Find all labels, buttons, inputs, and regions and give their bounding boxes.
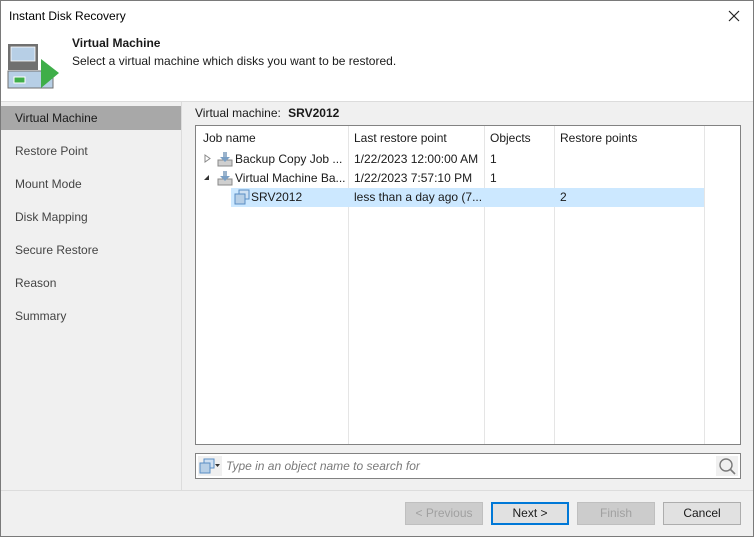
table-row[interactable]: Backup Copy Job ... 1/22/2023 12:00:00 A… — [196, 150, 704, 169]
search-input[interactable] — [226, 457, 706, 475]
backup-job-icon — [217, 151, 233, 170]
last-restore-point: 1/22/2023 12:00:00 AM — [354, 152, 479, 166]
backup-jobs-grid[interactable]: Job name Last restore point Objects Rest… — [195, 125, 741, 445]
finish-button[interactable]: Finish — [577, 502, 655, 525]
object-search-box — [195, 453, 741, 479]
sidebar-item-secure-restore[interactable]: Secure Restore — [1, 238, 181, 262]
column-separator — [704, 126, 705, 444]
search-icon[interactable] — [716, 456, 738, 476]
sidebar-item-virtual-machine[interactable]: Virtual Machine — [1, 106, 181, 130]
previous-button[interactable]: < Previous — [405, 502, 483, 525]
vm-restore-wizard-icon — [7, 44, 59, 89]
sidebar-item-disk-mapping[interactable]: Disk Mapping — [1, 205, 181, 229]
footer-divider — [1, 490, 753, 491]
title-bar: Instant Disk Recovery — [1, 1, 753, 31]
sidebar-item-mount-mode[interactable]: Mount Mode — [1, 172, 181, 196]
sidebar-item-summary[interactable]: Summary — [1, 304, 181, 328]
table-row[interactable]: Virtual Machine Ba... 1/22/2023 7:57:10 … — [196, 169, 704, 188]
vm-icon — [234, 189, 250, 208]
window-title: Instant Disk Recovery — [9, 9, 126, 23]
cancel-button[interactable]: Cancel — [663, 502, 741, 525]
selected-vm-caption: Virtual machine: — [195, 106, 281, 120]
job-name: Virtual Machine Ba... — [235, 171, 346, 185]
backup-job-icon — [217, 170, 233, 189]
column-header-last-restore-point[interactable]: Last restore point — [354, 131, 447, 145]
wizard-header: Virtual Machine Select a virtual machine… — [1, 31, 753, 102]
header-title: Virtual Machine — [72, 36, 161, 50]
collapse-arrow-icon[interactable] — [203, 173, 211, 183]
wizard-steps-sidebar: Virtual Machine Restore Point Mount Mode… — [1, 102, 182, 490]
close-icon[interactable] — [721, 3, 747, 29]
selected-vm-value: SRV2012 — [288, 106, 340, 120]
objects-count: 1 — [490, 171, 497, 185]
column-header-objects[interactable]: Objects — [490, 131, 531, 145]
last-restore-point: 1/22/2023 7:57:10 PM — [354, 171, 473, 185]
restore-points-count: 2 — [560, 190, 567, 204]
selected-vm-label: Virtual machine: SRV2012 — [195, 106, 339, 120]
job-name: Backup Copy Job ... — [235, 152, 343, 166]
expand-arrow-icon[interactable] — [204, 154, 212, 164]
column-header-job-name[interactable]: Job name — [203, 131, 256, 145]
instant-disk-recovery-dialog: Instant Disk Recovery Virtual Machine Se… — [0, 0, 754, 537]
job-name: SRV2012 — [251, 190, 303, 204]
object-type-dropdown[interactable] — [198, 456, 222, 476]
table-row-selected[interactable]: SRV2012 less than a day ago (7... 2 — [231, 188, 704, 207]
vm-type-icon — [199, 458, 220, 474]
sidebar-item-reason[interactable]: Reason — [1, 271, 181, 295]
column-header-restore-points[interactable]: Restore points — [560, 131, 637, 145]
next-button[interactable]: Next > — [491, 502, 569, 525]
sidebar-item-restore-point[interactable]: Restore Point — [1, 139, 181, 163]
last-restore-point: less than a day ago (7... — [354, 190, 483, 204]
objects-count: 1 — [490, 152, 497, 166]
header-subtitle: Select a virtual machine which disks you… — [72, 54, 397, 68]
